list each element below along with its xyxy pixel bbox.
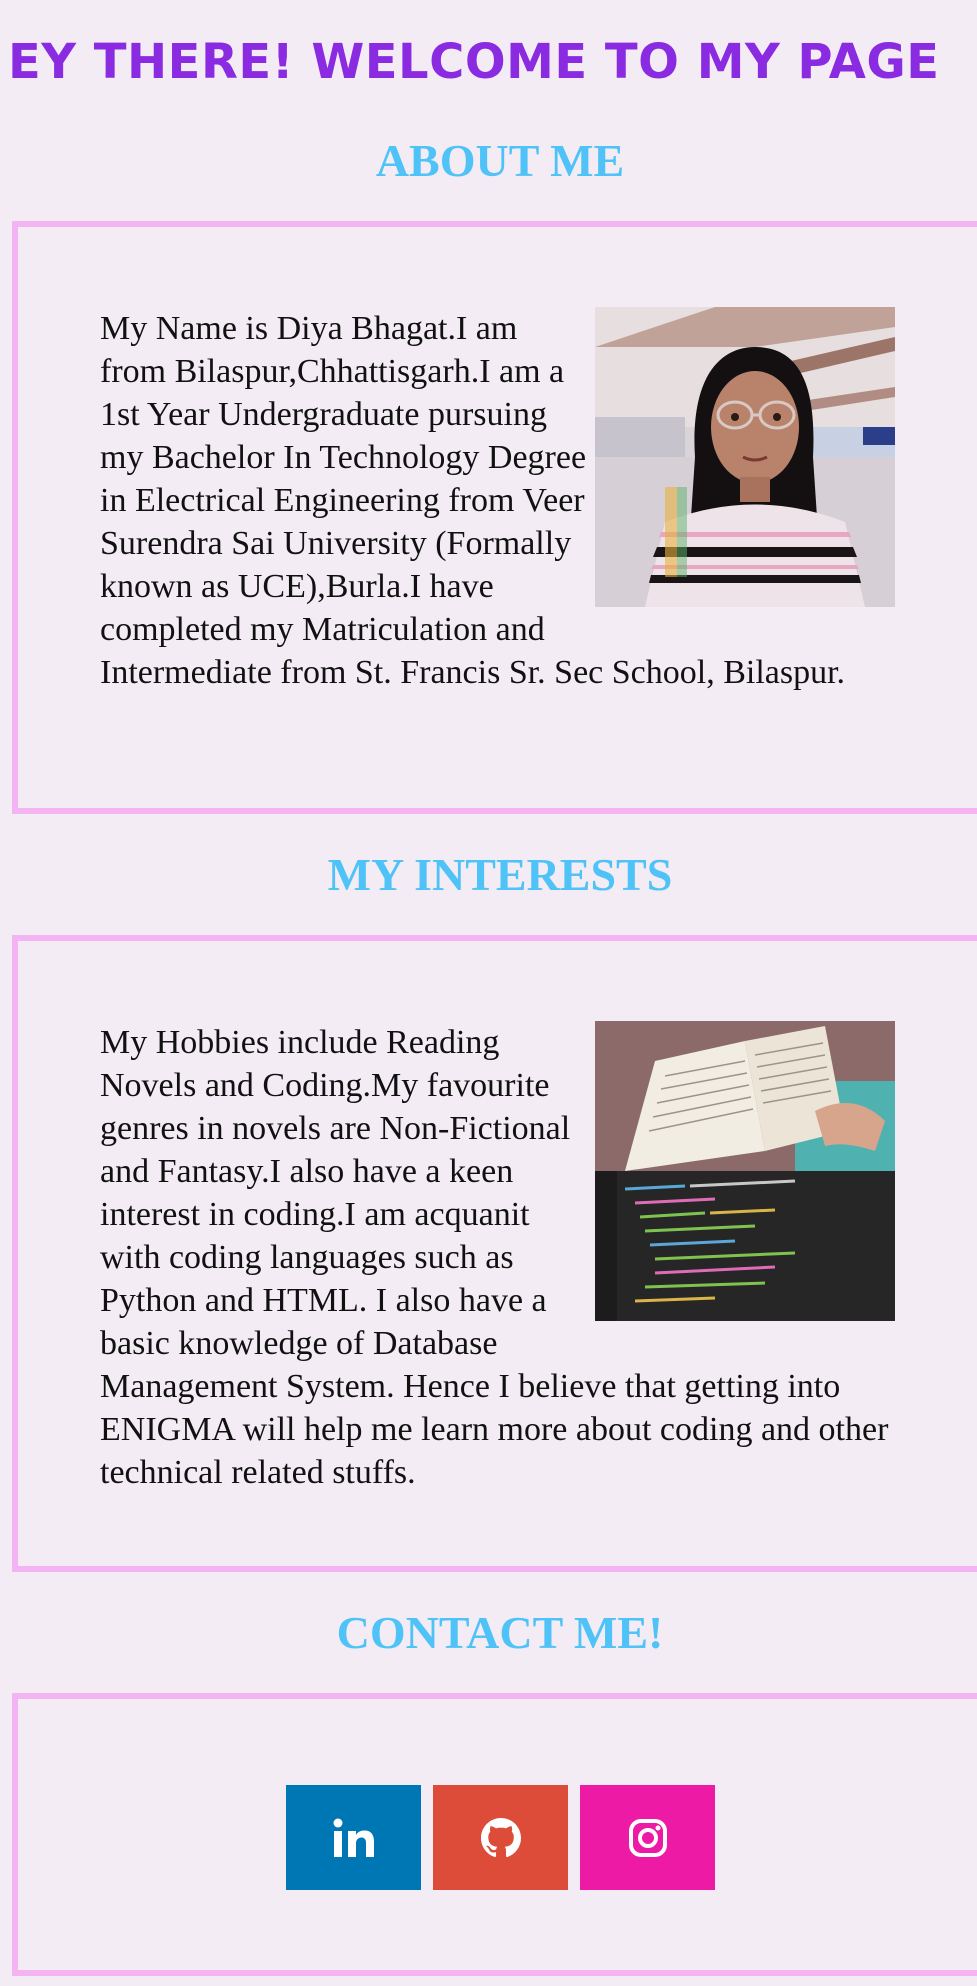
linkedin-button[interactable] <box>286 1785 421 1890</box>
contact-section-title: CONTACT ME! <box>336 1607 664 1658</box>
instagram-button[interactable] <box>580 1785 715 1890</box>
linkedin-icon <box>333 1818 374 1857</box>
instagram-icon <box>628 1818 667 1857</box>
interests-text-block: My Hobbies include Reading Novels and Co… <box>100 1021 895 1494</box>
interests-image <box>595 1021 895 1321</box>
github-button[interactable] <box>433 1785 568 1890</box>
about-text-block: My Name is Diya Bhagat.I am from Bilaspu… <box>100 307 895 694</box>
profile-photo <box>595 307 895 607</box>
interests-box: My Hobbies include Reading Novels and Co… <box>12 935 977 1572</box>
contact-box <box>12 1693 977 1976</box>
social-links <box>286 1785 715 1890</box>
about-box: My Name is Diya Bhagat.I am from Bilaspu… <box>12 221 977 814</box>
interests-section-title: MY INTERESTS <box>327 849 673 900</box>
page-title: EY THERE! WELCOME TO MY PAGE <box>8 34 940 90</box>
about-section-title: ABOUT ME <box>375 135 625 186</box>
github-icon <box>480 1817 521 1857</box>
